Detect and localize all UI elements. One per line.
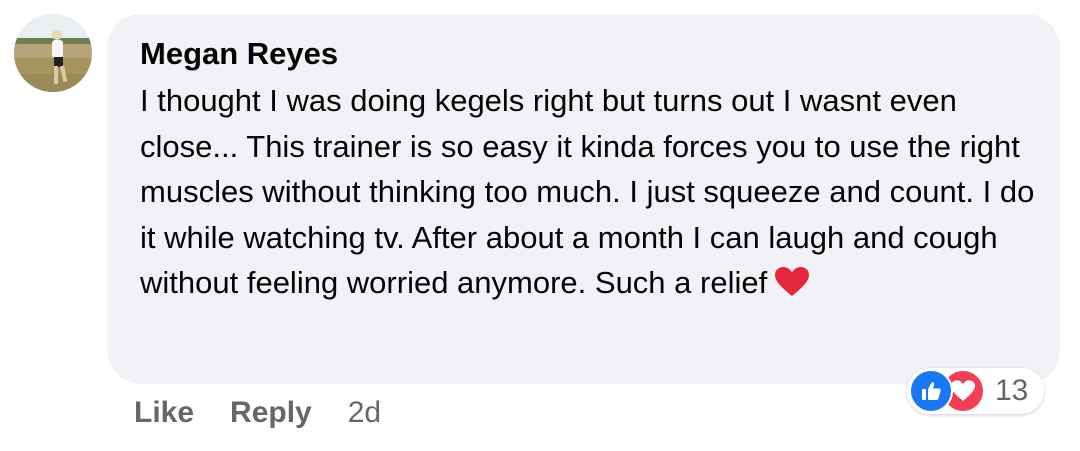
like-icon <box>909 369 953 413</box>
comment-timestamp[interactable]: 2d <box>348 396 381 430</box>
comment-bubble: Megan Reyes I thought I was doing kegels… <box>107 14 1060 384</box>
comment-actions: Like Reply 2d <box>134 396 381 430</box>
avatar-photo <box>14 14 92 92</box>
reaction-count: 13 <box>995 374 1029 407</box>
avatar[interactable] <box>14 14 92 92</box>
comment-author[interactable]: Megan Reyes <box>140 36 1030 72</box>
red-heart-icon <box>775 264 810 296</box>
comment-body: I thought I was doing kegels right but t… <box>140 78 1045 306</box>
comment-text: I thought I was doing kegels right but t… <box>140 83 1035 300</box>
reactions-summary[interactable]: 13 <box>907 368 1045 414</box>
like-button[interactable]: Like <box>134 396 194 430</box>
reply-button[interactable]: Reply <box>230 396 312 430</box>
